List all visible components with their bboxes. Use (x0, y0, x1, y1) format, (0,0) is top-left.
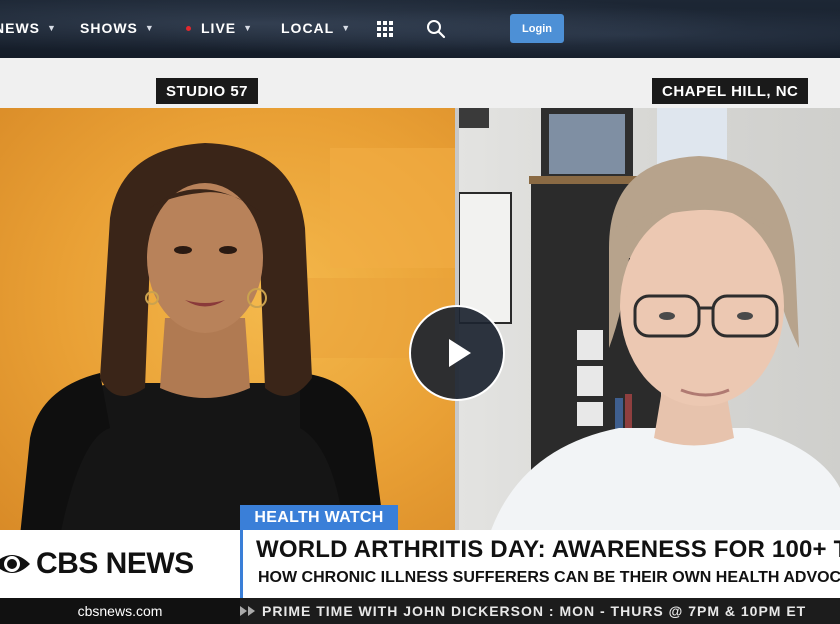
cbs-news-logo: CBS NEWS (0, 530, 240, 598)
search-icon[interactable] (426, 19, 446, 39)
play-icon (449, 339, 471, 367)
live-indicator-icon (186, 25, 191, 31)
video-player[interactable]: STUDIO 57 CHAPEL HILL, NC HEALTH WATCH C… (0, 58, 840, 624)
nav-item-label: SHOWS (80, 20, 138, 36)
chevron-down-icon: ▼ (243, 23, 254, 33)
news-ticker: cbsnews.com PRIME TIME WITH JOHN DICKERS… (0, 598, 840, 624)
chevron-down-icon: ▼ (341, 23, 352, 33)
chevron-down-icon: ▼ (47, 23, 57, 33)
location-label-bar: STUDIO 57 CHAPEL HILL, NC (0, 58, 840, 108)
play-button[interactable] (409, 305, 505, 401)
apps-grid-icon[interactable] (377, 21, 393, 37)
cbs-eye-icon (0, 555, 30, 573)
left-location-label: STUDIO 57 (156, 78, 259, 104)
top-nav: NEWS ▼ SHOWS ▼ LIVE ▼ LOCAL ▼ Login (0, 0, 840, 58)
login-button[interactable]: Login (510, 14, 564, 43)
guest-image (459, 108, 840, 536)
divider (240, 530, 243, 598)
ticker-url: cbsnews.com (0, 598, 240, 624)
subheadline: HOW CHRONIC ILLNESS SUFFERERS CAN BE THE… (258, 569, 840, 586)
nav-item-label: LIVE (201, 20, 237, 36)
ticker-text: PRIME TIME WITH JOHN DICKERSON : MON - T… (262, 603, 807, 619)
anchor-image (20, 143, 455, 536)
logo-text: CBS NEWS (36, 547, 194, 580)
lower-third-banner: CBS NEWS WORLD ARTHRITIS DAY: AWARENESS … (0, 530, 840, 598)
nav-item-label: NEWS (0, 20, 40, 36)
fast-forward-icon (240, 606, 255, 616)
right-location-label: CHAPEL HILL, NC (652, 78, 809, 104)
studio-video-panel (0, 108, 455, 536)
nav-item-news[interactable]: NEWS ▼ (0, 20, 57, 36)
nav-item-shows[interactable]: SHOWS ▼ (80, 20, 155, 36)
nav-item-live[interactable]: LIVE ▼ (186, 20, 253, 36)
chevron-down-icon: ▼ (144, 23, 155, 33)
headline: WORLD ARTHRITIS DAY: AWARENESS FOR 100+ … (256, 536, 840, 563)
remote-video-panel (459, 108, 840, 536)
segment-tag: HEALTH WATCH (240, 505, 398, 530)
nav-item-label: LOCAL (281, 20, 335, 36)
nav-item-local[interactable]: LOCAL ▼ (281, 20, 351, 36)
